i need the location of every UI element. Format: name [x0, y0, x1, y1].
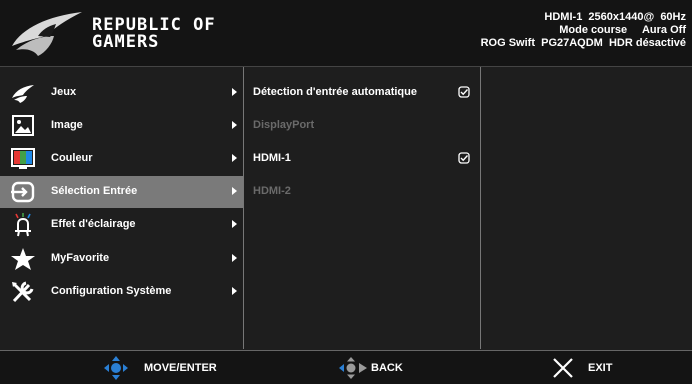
menu-item-label: Couleur	[51, 152, 93, 164]
back-label: BACK	[371, 362, 403, 374]
rog-logo-icon	[12, 12, 82, 56]
input-select-icon	[11, 181, 35, 203]
menu-item-label: Image	[51, 119, 83, 131]
status-signal: HDMI-1 2560x1440@ 60Hz	[544, 11, 686, 23]
close-icon	[553, 358, 573, 378]
brand-name: REPUBLIC OF GAMERS	[92, 17, 216, 51]
rog-eye-icon	[12, 85, 34, 103]
image-icon	[12, 115, 34, 136]
back-joystick-icon	[339, 357, 367, 379]
submenu: Détection d'entrée automatique DisplayPo…	[244, 67, 481, 349]
menu-item-effet-eclairage[interactable]: Effet d'éclairage	[0, 209, 243, 241]
move-enter-label: MOVE/ENTER	[144, 362, 217, 374]
navigation-joystick-icon	[104, 356, 128, 380]
chevron-right-icon	[232, 287, 237, 295]
detail-panel	[481, 67, 692, 349]
submenu-item-label: HDMI-2	[253, 185, 291, 197]
menu-item-selection-entree[interactable]: Sélection Entrée	[0, 176, 243, 208]
menu-item-label: Effet d'éclairage	[51, 218, 136, 230]
main-menu: Jeux Image Couleur Sélection Entrée Effe…	[0, 67, 244, 349]
star-icon	[11, 248, 35, 270]
submenu-item-hdmi-2: HDMI-2	[244, 176, 480, 206]
checkbox-checked-icon	[458, 152, 470, 164]
menu-item-label: Configuration Système	[51, 285, 172, 297]
menu-item-jeux[interactable]: Jeux	[0, 77, 243, 109]
chevron-right-icon	[232, 154, 237, 162]
lighting-icon	[15, 213, 31, 237]
back-button[interactable]: BACK	[338, 351, 428, 384]
exit-button[interactable]: EXIT	[552, 351, 642, 384]
submenu-item-label: Détection d'entrée automatique	[253, 86, 417, 98]
osd-footer: MOVE/ENTER BACK EXIT	[0, 350, 692, 384]
osd-window: REPUBLIC OF GAMERS HDMI-1 2560x1440@ 60H…	[0, 0, 692, 384]
menu-item-image[interactable]: Image	[0, 110, 243, 142]
submenu-item-label: HDMI-1	[253, 152, 291, 164]
submenu-item-hdmi-1[interactable]: HDMI-1	[244, 143, 480, 173]
chevron-right-icon	[232, 187, 237, 195]
menu-item-myfavorite[interactable]: MyFavorite	[0, 243, 243, 275]
move-enter-button[interactable]: MOVE/ENTER	[102, 351, 242, 384]
chevron-right-icon	[232, 121, 237, 129]
status-model: ROG Swift PG27AQDM HDR désactivé	[480, 37, 686, 49]
submenu-item-auto-detect[interactable]: Détection d'entrée automatique	[244, 77, 480, 107]
submenu-item-displayport: DisplayPort	[244, 110, 480, 140]
menu-item-label: MyFavorite	[51, 252, 110, 264]
exit-label: EXIT	[588, 362, 613, 374]
menu-item-label: Jeux	[51, 86, 77, 98]
wrench-screwdriver-icon	[12, 281, 34, 303]
menu-item-configuration-systeme[interactable]: Configuration Système	[0, 276, 243, 308]
brand-line-2: GAMERS	[92, 32, 160, 52]
checkbox-checked-icon	[458, 86, 470, 98]
chevron-right-icon	[232, 254, 237, 262]
chevron-right-icon	[232, 220, 237, 228]
status-info: HDMI-1 2560x1440@ 60Hz Mode course Aura …	[481, 11, 686, 50]
status-mode: Mode course Aura Off	[559, 24, 686, 36]
menu-item-label: Sélection Entrée	[51, 185, 138, 197]
color-monitor-icon	[11, 148, 35, 169]
chevron-right-icon	[232, 88, 237, 96]
osd-header: REPUBLIC OF GAMERS HDMI-1 2560x1440@ 60H…	[0, 0, 692, 67]
menu-item-couleur[interactable]: Couleur	[0, 143, 243, 175]
submenu-item-label: DisplayPort	[253, 119, 315, 131]
